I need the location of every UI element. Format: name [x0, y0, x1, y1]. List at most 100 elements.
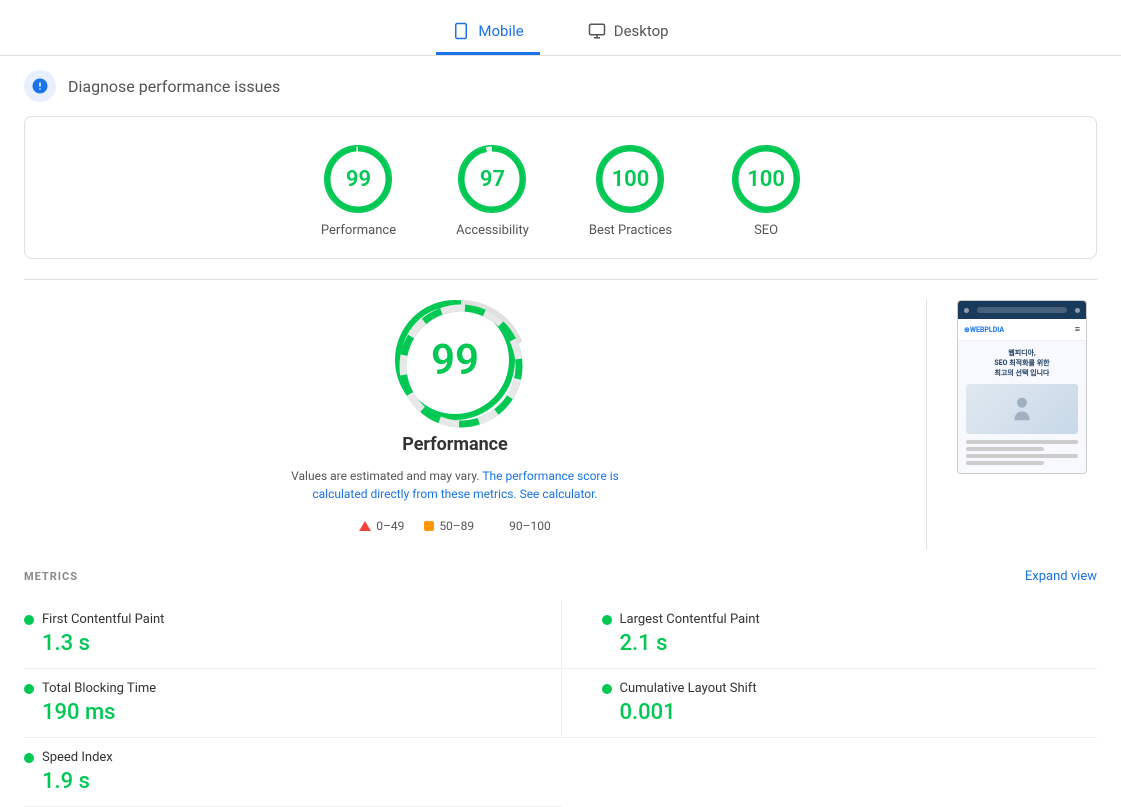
preview-bar-dot1 [964, 308, 969, 313]
desktop-icon [588, 22, 606, 40]
score-arc-best-practices [596, 145, 664, 213]
metric-tbt-name-row: Total Blocking Time [24, 681, 545, 696]
legend-item-average: 50–89 [424, 519, 474, 533]
legend-row: 0–49 50–89 90–100 [359, 519, 551, 533]
preview-url-bar [977, 307, 1067, 313]
score-arc-performance [324, 145, 392, 213]
preview-image [966, 384, 1078, 434]
left-panel: 99 Performance Values are estimated and … [24, 300, 926, 549]
legend-bad-range: 0–49 [376, 519, 404, 533]
metric-item-cls: Cumulative Layout Shift 0.001 [561, 669, 1098, 738]
metric-si-dot [24, 753, 34, 763]
preview-line3: 최고의 선택 입니다 [995, 369, 1050, 377]
preview-text-lines [966, 440, 1078, 465]
tab-desktop-label: Desktop [614, 22, 669, 40]
metric-lcp-value: 2.1 s [602, 631, 1082, 656]
metric-lcp-dot [602, 615, 612, 625]
legend-item-bad: 0–49 [359, 519, 404, 533]
score-item-best-practices[interactable]: 100 Best Practices [589, 145, 672, 238]
site-preview: ⊕WEBPLDIA ≡ 웹피디아, SEO 최적화를 위한 최고의 선택 입니다 [957, 300, 1087, 474]
preview-menu-icon: ≡ [1075, 324, 1080, 335]
legend-triangle-icon [359, 521, 371, 531]
metric-lcp-name-row: Largest Contentful Paint [602, 612, 1082, 627]
site-preview-nav: ⊕WEBPLDIA ≡ [958, 319, 1086, 341]
preview-headline: 웹피디아, SEO 최적화를 위한 최고의 선택 입니다 [966, 349, 1078, 378]
score-label-seo: SEO [754, 223, 778, 238]
score-item-performance[interactable]: 99 Performance [321, 145, 396, 238]
page-wrapper: Mobile Desktop Diagnose performance issu… [0, 0, 1121, 807]
scores-row: 99 Performance 97 Accessibility [41, 145, 1080, 238]
score-arc-accessibility [458, 145, 526, 213]
top-nav: Mobile Desktop [0, 0, 1121, 56]
score-desc-link2[interactable]: See calculator. [520, 487, 598, 501]
big-score-title: Performance [402, 434, 508, 455]
metric-cls-name-row: Cumulative Layout Shift [602, 681, 1082, 696]
tab-mobile[interactable]: Mobile [436, 12, 539, 55]
metric-cls-value: 0.001 [602, 700, 1082, 725]
tab-desktop[interactable]: Desktop [572, 12, 685, 55]
preview-line2: SEO 최적화를 위한 [994, 359, 1049, 367]
score-circle-accessibility: 97 [458, 145, 526, 213]
metric-fcp-name: First Contentful Paint [42, 612, 164, 627]
diagnose-icon [24, 70, 56, 102]
site-preview-body: 웹피디아, SEO 최적화를 위한 최고의 선택 입니다 [958, 341, 1086, 473]
big-score-circle: 99 [395, 300, 515, 420]
person-icon [1007, 394, 1037, 424]
preview-bar-dot2 [1075, 308, 1080, 313]
metrics-title: METRICS [24, 570, 78, 583]
expand-view-link[interactable]: Expand view [1025, 569, 1097, 584]
scores-section: 99 Performance 97 Accessibility [24, 116, 1097, 259]
metric-fcp-name-row: First Contentful Paint [24, 612, 545, 627]
header-title: Diagnose performance issues [68, 77, 280, 96]
metric-si-value: 1.9 s [24, 769, 545, 794]
metric-fcp-value: 1.3 s [24, 631, 545, 656]
score-label-accessibility: Accessibility [456, 223, 529, 238]
preview-text-line-1 [966, 440, 1078, 444]
score-label-performance: Performance [321, 223, 396, 238]
score-circle-seo: 100 [732, 145, 800, 213]
right-panel: ⊕WEBPLDIA ≡ 웹피디아, SEO 최적화를 위한 최고의 선택 입니다 [957, 300, 1097, 549]
tab-mobile-label: Mobile [478, 22, 523, 40]
metric-cls-dot [602, 684, 612, 694]
metric-item-si: Speed Index 1.9 s [24, 738, 561, 807]
score-desc-static: Values are estimated and may vary. [291, 469, 479, 483]
metric-item-tbt: Total Blocking Time 190 ms [24, 669, 561, 738]
preview-text-line-2 [966, 447, 1044, 451]
preview-line1: 웹피디아, [1008, 349, 1035, 357]
metric-si-name: Speed Index [42, 750, 113, 765]
site-preview-bar [958, 301, 1086, 319]
metrics-header: METRICS Expand view [24, 569, 1097, 584]
big-score-arc [395, 300, 527, 432]
score-circle-performance: 99 [324, 145, 392, 213]
vertical-divider [926, 300, 927, 549]
mobile-icon [452, 22, 470, 40]
metric-item-fcp: First Contentful Paint 1.3 s [24, 600, 561, 669]
header-area: Diagnose performance issues [0, 56, 1121, 116]
legend-square-icon [424, 521, 434, 531]
score-label-best-practices: Best Practices [589, 223, 672, 238]
metric-tbt-name: Total Blocking Time [42, 681, 156, 696]
big-score-container: 99 Performance Values are estimated and … [24, 300, 886, 533]
metric-item-lcp: Largest Contentful Paint 2.1 s [561, 600, 1098, 669]
metric-cls-name: Cumulative Layout Shift [620, 681, 757, 696]
metric-lcp-name: Largest Contentful Paint [620, 612, 760, 627]
legend-item-good: 90–100 [494, 519, 551, 533]
score-arc-seo [732, 145, 800, 213]
preview-text-line-3 [966, 454, 1078, 458]
score-circle-best-practices: 100 [596, 145, 664, 213]
score-item-accessibility[interactable]: 97 Accessibility [456, 145, 529, 238]
metrics-grid: First Contentful Paint 1.3 s Largest Con… [24, 600, 1097, 807]
legend-circle-icon [494, 521, 504, 531]
metric-si-name-row: Speed Index [24, 750, 545, 765]
metric-fcp-dot [24, 615, 34, 625]
preview-text-line-4 [966, 461, 1044, 465]
site-preview-logo: ⊕WEBPLDIA [964, 326, 1004, 334]
score-description: Values are estimated and may vary. The p… [285, 467, 625, 503]
main-content: 99 Performance Values are estimated and … [0, 280, 1121, 569]
score-item-seo[interactable]: 100 SEO [732, 145, 800, 238]
legend-good-range: 90–100 [509, 519, 551, 533]
metrics-section: METRICS Expand view First Contentful Pai… [24, 569, 1097, 807]
metric-tbt-value: 190 ms [24, 700, 545, 725]
legend-avg-range: 50–89 [439, 519, 474, 533]
metric-tbt-dot [24, 684, 34, 694]
